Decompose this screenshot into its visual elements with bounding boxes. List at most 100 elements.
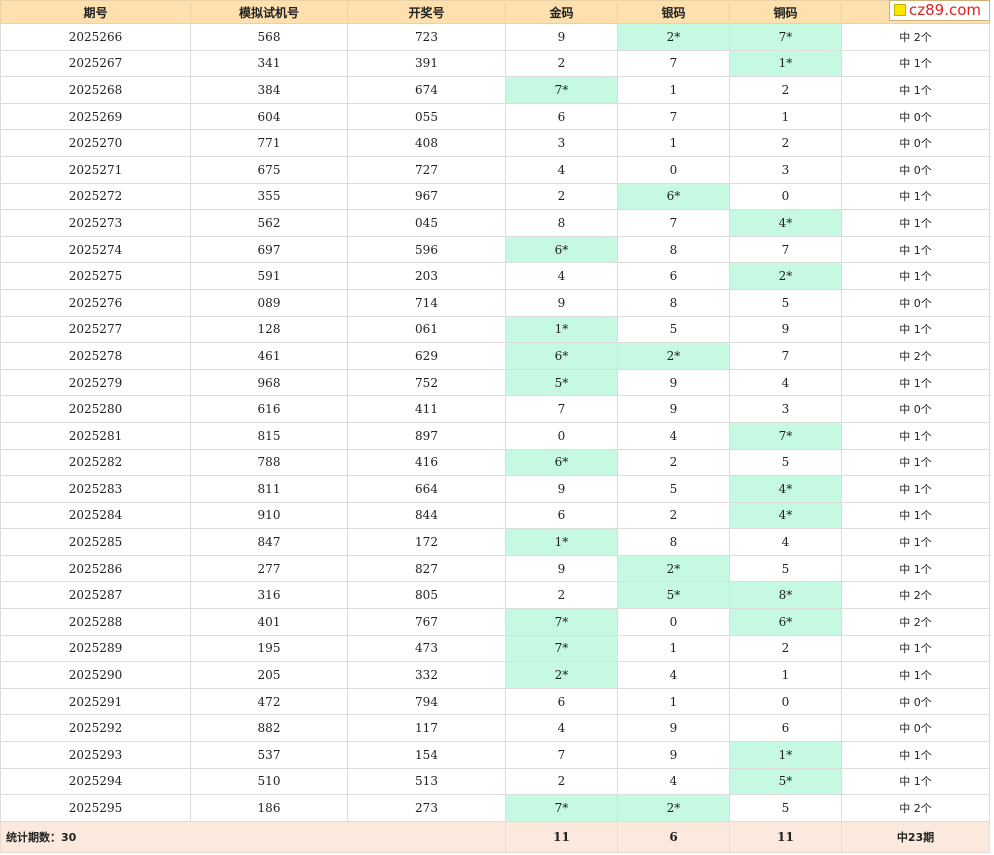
cell-issue: 2025271 [0, 155, 191, 184]
cell-copper: 7 [729, 342, 842, 370]
cell-silver: 4 [617, 421, 730, 450]
cell-sim: 771 [190, 129, 348, 157]
cell-copper: 6 [729, 714, 842, 743]
cell-gold: 1* [505, 315, 618, 344]
cell-issue: 2025281 [0, 421, 191, 450]
cell-result: 中 1个 [841, 315, 990, 344]
cell-issue: 2025290 [0, 661, 191, 689]
cell-silver: 4 [617, 767, 730, 796]
table-row: 2025266 568 723 9 2* 7* 中 2个 [0, 23, 990, 51]
cell-copper: 5 [729, 448, 842, 477]
cell-copper: 7* [729, 23, 842, 51]
table-row: 2025272 355 967 2 6* 0 中 1个 [0, 182, 990, 211]
table-row: 2025282 788 416 6* 2 5 中 1个 [0, 448, 990, 477]
cell-result: 中 1个 [841, 528, 990, 556]
table-row: 2025275 591 203 4 6 2* 中 1个 [0, 262, 990, 290]
cell-issue: 2025295 [0, 794, 191, 822]
cell-draw: 117 [347, 714, 506, 743]
cell-draw: 664 [347, 475, 506, 503]
cell-result: 中 2个 [841, 23, 990, 51]
table-row: 2025291 472 794 6 1 0 中 0个 [0, 687, 990, 716]
cell-issue: 2025275 [0, 262, 191, 290]
cell-issue: 2025279 [0, 368, 191, 397]
cell-gold: 9 [505, 23, 618, 51]
cell-copper: 5 [729, 288, 842, 317]
cell-issue: 2025285 [0, 528, 191, 556]
cell-gold: 6 [505, 102, 618, 131]
table-row: 2025286 277 827 9 2* 5 中 1个 [0, 554, 990, 583]
header-row: 期号 模拟试机号 开奖号 金码 银码 铜码 [0, 0, 990, 24]
cell-issue: 2025269 [0, 102, 191, 131]
cell-result: 中 0个 [841, 155, 990, 184]
cell-sim: 811 [190, 475, 348, 503]
cell-sim: 472 [190, 687, 348, 716]
cell-sim: 205 [190, 661, 348, 689]
cell-result: 中 1个 [841, 76, 990, 104]
table-row: 2025285 847 172 1* 8 4 中 1个 [0, 528, 990, 556]
cell-gold: 2* [505, 661, 618, 689]
table-row: 2025281 815 897 0 4 7* 中 1个 [0, 421, 990, 450]
footer-hit-total: 中23期 [841, 820, 990, 853]
col-header-draw: 开奖号 [347, 0, 506, 24]
cell-silver: 1 [617, 687, 730, 716]
cell-silver: 6* [617, 182, 730, 211]
cell-gold: 6 [505, 501, 618, 530]
cell-gold: 9 [505, 554, 618, 583]
cell-copper: 0 [729, 182, 842, 211]
cell-silver: 8 [617, 528, 730, 556]
cell-draw: 203 [347, 262, 506, 290]
cell-sim: 815 [190, 421, 348, 450]
table-row: 2025284 910 844 6 2 4* 中 1个 [0, 501, 990, 530]
cell-gold: 8 [505, 209, 618, 237]
col-header-gold: 金码 [505, 0, 618, 24]
cell-draw: 473 [347, 634, 506, 663]
cell-sim: 604 [190, 102, 348, 131]
cell-result: 中 1个 [841, 448, 990, 477]
logo-text: cz89.com [909, 1, 982, 19]
table-row: 2025295 186 273 7* 2* 5 中 2个 [0, 794, 990, 822]
col-header-issue: 期号 [0, 0, 191, 24]
cell-draw: 794 [347, 687, 506, 716]
cell-draw: 154 [347, 741, 506, 769]
cell-result: 中 1个 [841, 182, 990, 211]
table-row: 2025289 195 473 7* 1 2 中 1个 [0, 634, 990, 663]
table-row: 2025292 882 117 4 9 6 中 0个 [0, 714, 990, 743]
cell-copper: 4* [729, 501, 842, 530]
table-row: 2025293 537 154 7 9 1* 中 1个 [0, 741, 990, 769]
cell-draw: 172 [347, 528, 506, 556]
table-row: 2025287 316 805 2 5* 8* 中 2个 [0, 581, 990, 610]
cell-result: 中 1个 [841, 262, 990, 290]
cell-gold: 6 [505, 687, 618, 716]
site-logo[interactable]: cz89.com [889, 0, 990, 21]
cell-copper: 3 [729, 395, 842, 423]
cell-result: 中 1个 [841, 49, 990, 78]
cell-sim: 562 [190, 209, 348, 237]
cell-silver: 7 [617, 102, 730, 131]
footer-silver-total: 6 [617, 820, 730, 853]
cell-sim: 401 [190, 608, 348, 636]
cell-draw: 805 [347, 581, 506, 610]
table-row: 2025290 205 332 2* 4 1 中 1个 [0, 661, 990, 689]
cell-sim: 461 [190, 342, 348, 370]
table-row: 2025269 604 055 6 7 1 中 0个 [0, 102, 990, 131]
cell-sim: 089 [190, 288, 348, 317]
cell-sim: 316 [190, 581, 348, 610]
cell-issue: 2025289 [0, 634, 191, 663]
cell-gold: 7* [505, 76, 618, 104]
cell-silver: 7 [617, 209, 730, 237]
table-row: 2025274 697 596 6* 8 7 中 1个 [0, 235, 990, 264]
cell-silver: 1 [617, 129, 730, 157]
cell-silver: 2* [617, 554, 730, 583]
cell-sim: 195 [190, 634, 348, 663]
cell-copper: 2 [729, 634, 842, 663]
footer-copper-total: 11 [729, 820, 842, 853]
cell-copper: 2* [729, 262, 842, 290]
footer-count-label: 统计期数：30 [0, 820, 506, 853]
cell-copper: 4* [729, 475, 842, 503]
cell-result: 中 0个 [841, 714, 990, 743]
cell-gold: 6* [505, 235, 618, 264]
cell-issue: 2025284 [0, 501, 191, 530]
table-row: 2025283 811 664 9 5 4* 中 1个 [0, 475, 990, 503]
cell-draw: 513 [347, 767, 506, 796]
cell-result: 中 1个 [841, 368, 990, 397]
